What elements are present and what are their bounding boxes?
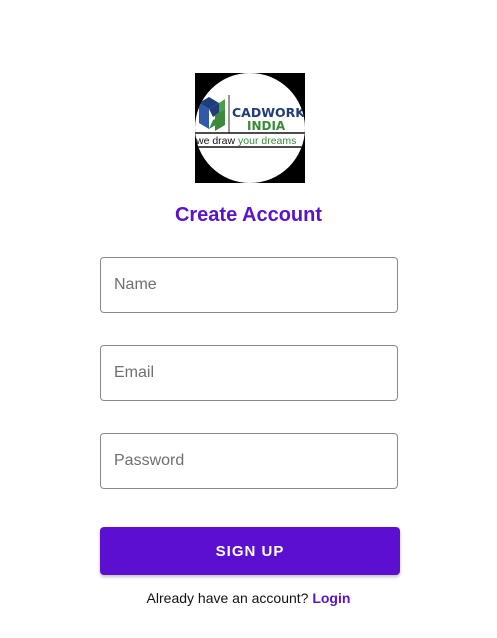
brand-logo: CADWORKS INDIA we draw your dreams (195, 73, 305, 183)
signup-page: CADWORKS INDIA we draw your dreams Creat… (0, 0, 497, 638)
logo-circle: CADWORKS INDIA we draw your dreams (195, 73, 305, 183)
password-field[interactable] (100, 433, 398, 489)
login-link[interactable]: Login (312, 590, 350, 606)
logo-brand-line2: INDIA (247, 119, 286, 133)
logo-tagline: we draw your dreams (195, 135, 296, 147)
page-title: Create Account (174, 204, 323, 226)
name-input[interactable] (101, 258, 397, 312)
login-prompt-text: Already have an account? (146, 590, 313, 606)
logo-brand-line1: CADWORKS (232, 105, 305, 120)
password-input[interactable] (101, 434, 397, 488)
name-field[interactable] (100, 257, 398, 313)
email-input[interactable] (101, 346, 397, 400)
logo-emblem (199, 97, 225, 131)
sign-up-button[interactable]: SIGN UP (100, 527, 400, 575)
cadworks-logo-icon: CADWORKS INDIA we draw your dreams (195, 95, 305, 148)
email-field[interactable] (100, 345, 398, 401)
login-prompt: Already have an account? Login (0, 589, 497, 607)
